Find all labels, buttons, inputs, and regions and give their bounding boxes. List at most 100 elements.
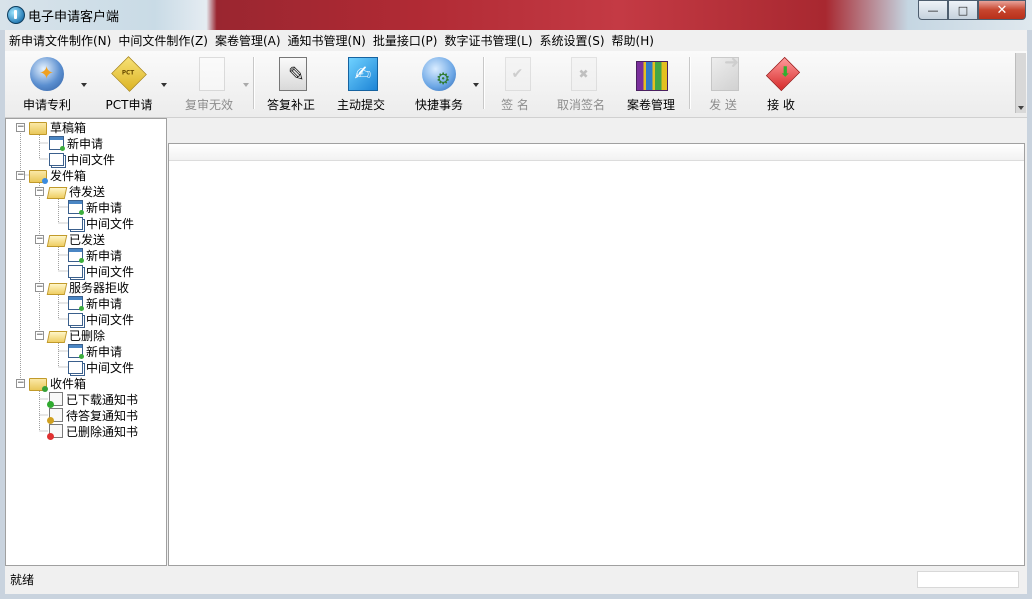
tree-pending-new[interactable]: 新申请 (68, 199, 122, 215)
reexam-dropdown-icon (243, 83, 249, 87)
collapse-inbox-toggle[interactable]: − (16, 379, 25, 388)
tree-draft-intermediate[interactable]: 中间文件 (49, 151, 115, 167)
menu-system-settings[interactable]: 系统设置(S) (536, 32, 608, 49)
stacked-forms-icon (68, 264, 83, 278)
menu-help[interactable]: 帮助(H) (608, 32, 657, 49)
tree-pending-reply-notices[interactable]: 待答复通知书 (47, 407, 139, 424)
toolbar-overflow-scroll[interactable] (1015, 53, 1026, 113)
menu-intermediate-file[interactable]: 中间文件制作(Z) (114, 32, 211, 49)
active-submit-button[interactable]: 主动提交 (333, 55, 389, 113)
tree-label: 中间文件 (86, 360, 135, 375)
tree-rejected-new[interactable]: 新申请 (68, 295, 122, 311)
tree-deleted[interactable]: 已删除 (46, 327, 106, 343)
pen-paper-icon (279, 57, 307, 91)
content-list-view[interactable] (168, 143, 1025, 566)
quick-tasks-button[interactable]: 快捷事务 (409, 55, 469, 113)
receive-label: 接 收 (767, 98, 795, 112)
collapse-deleted-toggle[interactable]: − (35, 331, 44, 340)
tree-deleted-new[interactable]: 新申请 (68, 343, 122, 359)
send-icon (711, 52, 739, 91)
tree-rejected-intermediate[interactable]: 中间文件 (68, 311, 134, 327)
sign-icon (504, 57, 531, 91)
tree-inbox[interactable]: 收件箱 (29, 375, 87, 392)
tree-deleted-intermediate[interactable]: 中间文件 (68, 359, 134, 375)
case-management-label: 案卷管理 (626, 98, 675, 112)
toolbar-separator (689, 57, 691, 109)
tree-label: 发件箱 (50, 168, 87, 183)
new-form-icon (68, 296, 84, 311)
tree-label: 中间文件 (67, 152, 116, 167)
open-folder-icon (46, 186, 68, 199)
document-icon (198, 57, 225, 91)
receive-download-icon (765, 56, 801, 92)
collapse-pending-toggle[interactable]: − (35, 187, 44, 196)
tree-label: 中间文件 (86, 264, 135, 279)
outbox-folder-icon (29, 169, 48, 184)
tree-server-rejected[interactable]: 服务器拒收 (46, 279, 130, 295)
window-controls: — □ ✕ (918, 0, 1026, 20)
deleted-notice-icon (47, 424, 63, 440)
status-text: 就绪 (10, 572, 35, 587)
window-title: 电子申请客户端 (28, 10, 120, 25)
app-icon (7, 6, 25, 24)
collapse-draft-toggle[interactable]: − (16, 123, 25, 132)
apply-patent-label: 申请专利 (22, 98, 71, 112)
menu-case-management[interactable]: 案卷管理(A) (211, 32, 284, 49)
reexam-label: 复审无效 (184, 98, 233, 112)
collapse-outbox-toggle[interactable]: − (16, 171, 25, 180)
app-frame: 新申请文件制作(N) 中间文件制作(Z) 案卷管理(A) 通知书管理(N) 批量… (5, 30, 1027, 594)
apply-patent-dropdown-icon[interactable] (81, 83, 87, 87)
downloaded-notice-icon (47, 392, 63, 408)
send-button: 发 送 (703, 52, 743, 113)
active-submit-label: 主动提交 (336, 98, 385, 112)
inbox-folder-icon (29, 377, 48, 392)
tree-draft-new[interactable]: 新申请 (49, 135, 103, 151)
quick-tasks-dropdown-icon[interactable] (473, 83, 479, 87)
sign-button: 签 名 (495, 55, 535, 113)
tree-label: 待发送 (69, 184, 106, 199)
tree-label: 收件箱 (50, 376, 87, 391)
case-management-button[interactable]: 案卷管理 (623, 55, 679, 113)
tree-draft-box[interactable]: 草稿箱 (29, 119, 86, 135)
collapse-sent-toggle[interactable]: − (35, 235, 44, 244)
toolbar: 申请专利 PCT申请 复审无效 答复补正 主动提交 快捷事务 (5, 51, 1027, 118)
tree-outbox[interactable]: 发件箱 (29, 167, 87, 184)
stacked-forms-icon (68, 216, 83, 230)
tree-label: 服务器拒收 (69, 280, 130, 295)
tree-label: 已删除 (69, 328, 106, 343)
menu-notice-management[interactable]: 通知书管理(N) (284, 32, 369, 49)
tree-pending[interactable]: 待发送 (46, 183, 106, 199)
tree-pending-intermediate[interactable]: 中间文件 (68, 215, 134, 231)
menu-new-application[interactable]: 新申请文件制作(N) (5, 32, 114, 49)
menu-certificate-management[interactable]: 数字证书管理(L) (440, 32, 535, 49)
pct-icon (111, 56, 147, 92)
maximize-button[interactable]: □ (948, 0, 978, 20)
tree-sent-new[interactable]: 新申请 (68, 247, 122, 263)
tree-sent-intermediate[interactable]: 中间文件 (68, 263, 134, 279)
pct-dropdown-icon[interactable] (161, 83, 167, 87)
tree-downloaded-notices[interactable]: 已下载通知书 (47, 391, 138, 408)
tree-label: 待答复通知书 (66, 408, 139, 423)
pct-apply-button[interactable]: PCT申请 (101, 55, 157, 113)
tree-label: 草稿箱 (50, 120, 87, 135)
toolbar-separator (483, 57, 485, 109)
close-button[interactable]: ✕ (978, 0, 1026, 20)
minimize-button[interactable]: — (918, 0, 948, 20)
pct-apply-label: PCT申请 (105, 98, 153, 112)
status-panel (917, 571, 1019, 588)
toolbar-separator (253, 57, 255, 109)
tree-label: 新申请 (86, 344, 123, 359)
cancel-sign-label: 取消签名 (556, 98, 605, 112)
receive-button[interactable]: 接 收 (761, 55, 801, 113)
tree-deleted-notices[interactable]: 已删除通知书 (47, 423, 138, 440)
title-bar: 电子申请客户端 — □ ✕ (0, 0, 1032, 30)
stacked-forms-icon (49, 152, 64, 166)
menu-batch-interface[interactable]: 批量接口(P) (369, 32, 441, 49)
tree-sent[interactable]: 已发送 (46, 231, 105, 247)
reply-correct-button[interactable]: 答复补正 (263, 55, 319, 113)
quick-tasks-icon (422, 57, 456, 91)
apply-patent-button[interactable]: 申请专利 (19, 55, 75, 113)
menu-bar: 新申请文件制作(N) 中间文件制作(Z) 案卷管理(A) 通知书管理(N) 批量… (5, 30, 1027, 50)
collapse-rejected-toggle[interactable]: − (35, 283, 44, 292)
unsign-icon (570, 57, 597, 91)
